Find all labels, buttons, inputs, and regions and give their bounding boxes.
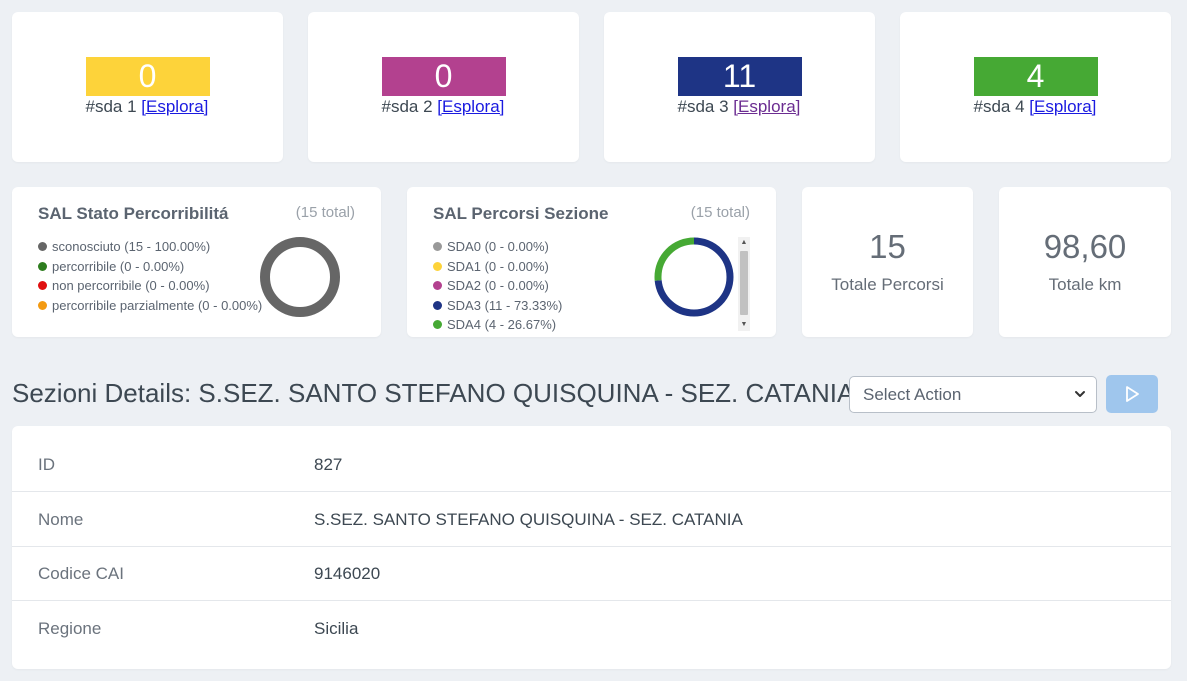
legend-scrollbar[interactable]: ▲ ▼ xyxy=(738,237,750,331)
sal-percorsi-legend: SDA0 (0 - 0.00%) SDA1 (0 - 0.00%) SDA2 (… xyxy=(433,237,562,335)
sda-count: 11 xyxy=(677,57,802,96)
sda-card-3: 11 #sda 3 [Esplora] xyxy=(604,12,875,162)
select-action-label: Select Action xyxy=(863,385,962,404)
legend-dot xyxy=(38,242,47,252)
sda-name: #sda 2 xyxy=(381,97,433,116)
legend-item[interactable]: SDA0 (0 - 0.00%) xyxy=(433,237,562,257)
legend-label: percorribile (0 - 0.00%) xyxy=(52,258,185,274)
sda-name: #sda 3 xyxy=(677,97,729,116)
legend-item[interactable]: percorribile (0 - 0.00%) xyxy=(38,257,262,277)
details-key: Regione xyxy=(38,619,102,638)
details-value: Sicilia xyxy=(314,619,359,638)
esplora-link[interactable]: [Esplora] xyxy=(733,97,800,116)
legend-dot xyxy=(38,261,47,271)
legend-dot xyxy=(433,261,442,271)
esplora-link[interactable]: [Esplora] xyxy=(141,97,208,116)
chevron-down-icon xyxy=(1074,377,1086,425)
details-row-regione: Regione Sicilia xyxy=(12,602,1171,656)
legend-label: SDA3 (11 - 73.33%) xyxy=(447,297,563,313)
details-key: Nome xyxy=(38,510,84,529)
sda-label: #sda 2 [Esplora] xyxy=(382,97,506,117)
legend-dot xyxy=(38,281,47,291)
details-value: 827 xyxy=(314,455,343,474)
totale-percorsi-value: 15 xyxy=(869,228,906,265)
donut-segment-sconosciuto[interactable] xyxy=(260,237,340,317)
details-row-codice-cai: Codice CAI 9146020 xyxy=(12,547,1171,601)
sda-count: 4 xyxy=(973,57,1098,96)
sal-stato-donut[interactable] xyxy=(258,235,342,319)
details-key: Codice CAI xyxy=(38,564,124,583)
run-action-button[interactable] xyxy=(1106,375,1158,413)
legend-label: SDA0 (0 - 0.00%) xyxy=(447,239,549,254)
legend-dot xyxy=(38,300,47,310)
scroll-thumb[interactable] xyxy=(740,251,748,315)
esplora-link[interactable]: [Esplora] xyxy=(1029,97,1096,116)
details-value: S.SEZ. SANTO STEFANO QUISQUINA - SEZ. CA… xyxy=(314,510,743,529)
page-title: Sezioni Details: S.SEZ. SANTO STEFANO QU… xyxy=(12,378,855,408)
totale-km-label: Totale km xyxy=(1048,275,1122,294)
legend-dot xyxy=(433,242,442,252)
totale-km-value: 98,60 xyxy=(1043,228,1127,265)
legend-item[interactable]: SDA4 (4 - 26.67%) xyxy=(433,315,562,335)
sal-stato-card: SAL Stato Percorribilitá (15 total) scon… xyxy=(12,187,381,337)
sda-name: #sda 1 xyxy=(85,97,137,116)
play-icon xyxy=(1126,386,1139,402)
details-row-id: ID 827 xyxy=(12,438,1171,492)
sal-stato-title: SAL Stato Percorribilitá xyxy=(38,204,229,223)
legend-item[interactable]: SDA3 (11 - 73.33%) xyxy=(433,296,562,316)
legend-item[interactable]: percorribile parzialmente (0 - 0.00%) xyxy=(38,296,262,316)
scroll-down-icon[interactable]: ▼ xyxy=(738,319,750,331)
sda-label: #sda 1 [Esplora] xyxy=(86,97,210,117)
sda-label: #sda 3 [Esplora] xyxy=(678,97,802,117)
legend-dot xyxy=(433,281,442,291)
legend-label: non percorribile (0 - 0.00%) xyxy=(52,278,210,293)
legend-item[interactable]: non percorribile (0 - 0.00%) xyxy=(38,276,262,296)
totale-percorsi-card: 15 Totale Percorsi xyxy=(802,187,973,337)
details-row-nome: Nome S.SEZ. SANTO STEFANO QUISQUINA - SE… xyxy=(12,493,1171,547)
legend-label: SDA4 (4 - 26.67%) xyxy=(447,317,557,332)
sda-count: 0 xyxy=(85,57,210,96)
sal-stato-legend: sconosciuto (15 - 100.00%) percorribile … xyxy=(38,237,262,315)
sda-card-4: 4 #sda 4 [Esplora] xyxy=(900,12,1171,162)
esplora-link[interactable]: [Esplora] xyxy=(437,97,504,116)
sda-label: #sda 4 [Esplora] xyxy=(974,97,1098,117)
sda-count: 0 xyxy=(381,57,506,96)
legend-dot xyxy=(433,320,442,330)
details-table: ID 827 Nome S.SEZ. SANTO STEFANO QUISQUI… xyxy=(12,426,1171,669)
sal-percorsi-card: SAL Percorsi Sezione (15 total) SDA0 (0 … xyxy=(407,187,776,337)
legend-label: percorribile parzialmente (0 - 0.00%) xyxy=(52,297,263,313)
scroll-up-icon[interactable]: ▲ xyxy=(738,237,750,249)
legend-item[interactable]: SDA2 (0 - 0.00%) xyxy=(433,276,562,296)
sal-percorsi-title: SAL Percorsi Sezione xyxy=(433,204,609,223)
select-action-dropdown[interactable]: Select Action xyxy=(849,376,1097,413)
legend-label: SDA2 (0 - 0.00%) xyxy=(447,278,549,293)
legend-label: SDA1 (0 - 0.00%) xyxy=(447,258,549,274)
sal-stato-total: (15 total) xyxy=(295,204,355,221)
sal-percorsi-donut[interactable] xyxy=(652,235,736,319)
legend-item[interactable]: sconosciuto (15 - 100.00%) xyxy=(38,237,262,257)
details-value: 9146020 xyxy=(314,564,381,583)
legend-label: sconosciuto (15 - 100.00%) xyxy=(52,239,211,254)
sal-percorsi-total: (15 total) xyxy=(690,204,750,221)
totale-percorsi-label: Totale Percorsi xyxy=(831,275,944,294)
details-key: ID xyxy=(38,455,55,474)
sda-card-2: 0 #sda 2 [Esplora] xyxy=(308,12,579,162)
totale-km-card: 98,60 Totale km xyxy=(999,187,1171,337)
legend-item[interactable]: SDA1 (0 - 0.00%) xyxy=(433,257,562,277)
sda-card-1: 0 #sda 1 [Esplora] xyxy=(12,12,283,162)
sda-name: #sda 4 xyxy=(973,97,1025,116)
legend-dot xyxy=(433,300,442,310)
